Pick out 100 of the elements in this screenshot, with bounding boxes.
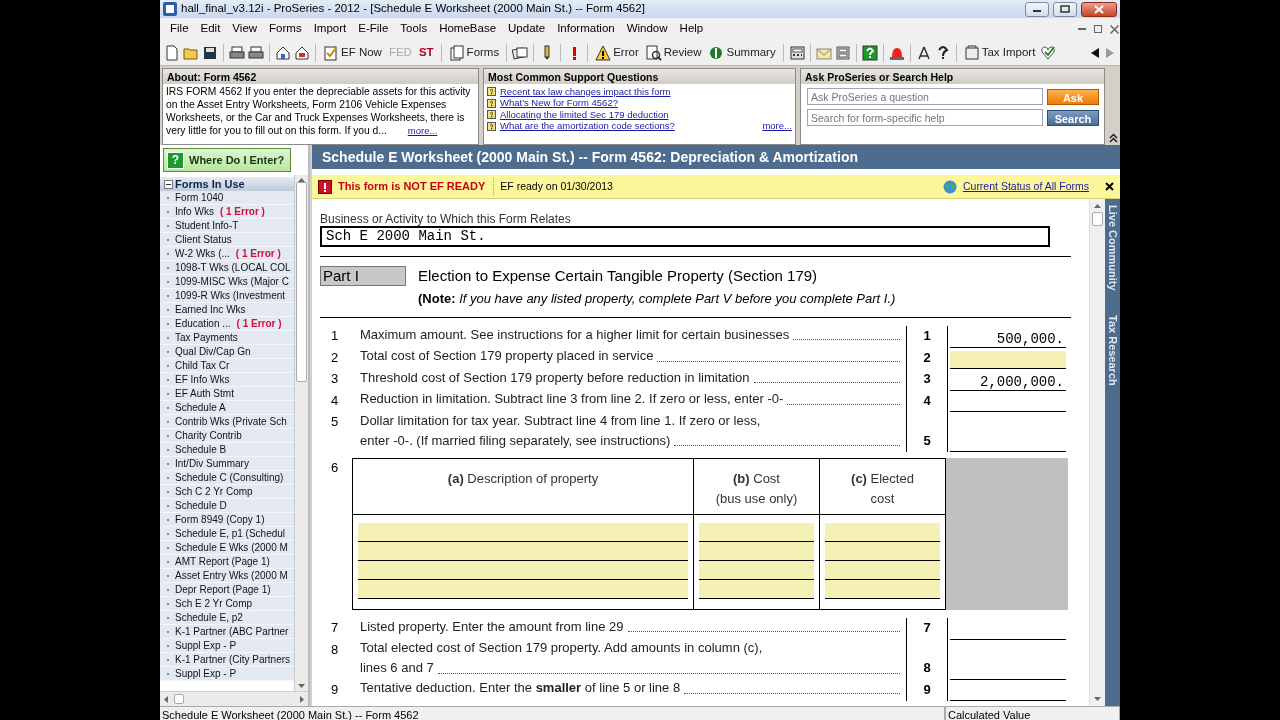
- form-list-item[interactable]: Schedule B: [160, 443, 294, 457]
- help-link[interactable]: Recent tax law changes impact this form: [500, 84, 671, 99]
- form-list-item[interactable]: Client Status: [160, 233, 294, 247]
- form-list-item[interactable]: Schedule E, p2: [160, 611, 294, 625]
- menu-item[interactable]: View: [226, 20, 264, 38]
- status-link[interactable]: Current Status of All Forms: [962, 178, 1089, 195]
- menu-item[interactable]: Window: [620, 20, 674, 38]
- close-icon[interactable]: [1105, 182, 1114, 191]
- form-list-item[interactable]: Sch E 2 Yr Comp: [160, 597, 294, 611]
- scroll-down-icon[interactable]: [298, 684, 305, 689]
- scrollbar[interactable]: [160, 691, 308, 706]
- close-button[interactable]: [1108, 23, 1120, 35]
- input-field[interactable]: [699, 523, 814, 542]
- toolbar-button[interactable]: ST: [416, 41, 436, 64]
- printer-icon[interactable]: [248, 44, 264, 61]
- form-list-item[interactable]: Schedule A: [160, 401, 294, 415]
- scrollbar[interactable]: [1089, 199, 1105, 706]
- more-link[interactable]: more...: [762, 119, 792, 134]
- form-list-item[interactable]: Tax Payments: [160, 331, 294, 345]
- form-list-item[interactable]: EF Auth Stmt: [160, 387, 294, 401]
- help-icon[interactable]: [861, 44, 878, 61]
- form-list-item[interactable]: Schedule E Wks (2000 M: [160, 541, 294, 555]
- cards-icon[interactable]: [512, 44, 529, 61]
- form-list-item[interactable]: Info Wks ( 1 Error ): [160, 205, 294, 219]
- form-list-item[interactable]: 1098-T Wks (LOCAL COL: [160, 261, 294, 275]
- toolbar-button[interactable]: Error: [593, 41, 641, 64]
- input-field[interactable]: [358, 523, 688, 542]
- house-icon[interactable]: [294, 44, 310, 61]
- save-icon[interactable]: [202, 44, 218, 61]
- side-tab[interactable]: Live Community: [1104, 205, 1121, 291]
- restore-button[interactable]: [1092, 23, 1104, 35]
- menu-item[interactable]: Import: [307, 20, 353, 38]
- heart-check-icon[interactable]: [1040, 44, 1057, 61]
- maximize-button[interactable]: [1053, 1, 1077, 17]
- input-field[interactable]: [699, 561, 814, 580]
- menu-item[interactable]: File: [164, 20, 195, 38]
- input-field[interactable]: [358, 561, 688, 580]
- search-button[interactable]: Search: [1047, 109, 1099, 126]
- search-field[interactable]: Search for form-specific help: [807, 109, 1043, 126]
- toolbar-button[interactable]: EF Now: [321, 41, 384, 64]
- toolbar-button[interactable]: Tax Import: [961, 41, 1038, 64]
- form-list-item[interactable]: Earned Inc Wks: [160, 303, 294, 317]
- form-list-item[interactable]: Sch C 2 Yr Comp: [160, 485, 294, 499]
- input-field[interactable]: [358, 580, 688, 599]
- scroll-right-icon[interactable]: [300, 695, 305, 703]
- input-field[interactable]: [825, 523, 940, 542]
- form-list-item[interactable]: AMT Report (Page 1): [160, 555, 294, 569]
- form-list-item[interactable]: Suppl Exp - P: [160, 667, 294, 681]
- menu-item[interactable]: Tools: [394, 20, 434, 38]
- search-field[interactable]: Ask ProSeries a question: [807, 88, 1043, 105]
- scrollbar[interactable]: [294, 175, 308, 691]
- form-list-item[interactable]: Child Tax Cr: [160, 359, 294, 373]
- scroll-thumb[interactable]: [1092, 212, 1103, 226]
- scroll-up-icon[interactable]: [1094, 203, 1101, 208]
- scroll-thumb[interactable]: [174, 694, 184, 704]
- form-list-item[interactable]: Schedule C (Consulting): [160, 471, 294, 485]
- menu-item[interactable]: Update: [502, 20, 552, 38]
- minimize-button[interactable]: [1025, 1, 1049, 17]
- input-field[interactable]: [699, 542, 814, 561]
- input-field[interactable]: [825, 580, 940, 599]
- menu-item[interactable]: E-File: [352, 20, 395, 38]
- form-list-item[interactable]: 1099-R Wks (Investment: [160, 289, 294, 303]
- form-list-item[interactable]: Form 1040: [160, 191, 294, 205]
- form-list-item[interactable]: Schedule E, p1 (Schedul: [160, 527, 294, 541]
- input-field[interactable]: [699, 580, 814, 599]
- collapse-icon[interactable]: [164, 179, 173, 189]
- more-link[interactable]: more...: [407, 125, 438, 136]
- form-list-item[interactable]: Depr Report (Page 1): [160, 583, 294, 597]
- form-list-item[interactable]: Int/Div Summary: [160, 457, 294, 471]
- form-list-item[interactable]: 1099-MISC Wks (Major C: [160, 275, 294, 289]
- form-list-item[interactable]: Schedule D: [160, 499, 294, 513]
- help-link[interactable]: What are the amortization code sections?: [500, 119, 675, 134]
- toolbar-button[interactable]: Forms: [446, 41, 502, 64]
- close-button[interactable]: [1081, 1, 1117, 17]
- scroll-thumb[interactable]: [296, 182, 307, 382]
- input-field[interactable]: [825, 561, 940, 580]
- where-do-i-enter-button[interactable]: ? Where Do I Enter?: [163, 148, 291, 172]
- printer-icon[interactable]: [229, 44, 245, 61]
- menu-item[interactable]: Information: [551, 20, 621, 38]
- calculator-icon[interactable]: [788, 44, 805, 61]
- house-icon[interactable]: [275, 44, 291, 61]
- form-list-item[interactable]: Suppl Exp - P: [160, 639, 294, 653]
- form-list-item[interactable]: Form 8949 (Copy 1): [160, 513, 294, 527]
- side-tab[interactable]: Tax Research: [1104, 314, 1121, 386]
- back-arrow-icon[interactable]: [1089, 46, 1101, 59]
- input-field[interactable]: [950, 351, 1066, 369]
- new-document-icon[interactable]: [164, 44, 180, 61]
- menu-item[interactable]: Help: [673, 20, 710, 38]
- cabinet-icon[interactable]: [834, 44, 851, 61]
- menu-item[interactable]: Edit: [194, 20, 227, 38]
- collapse-icon[interactable]: [1109, 133, 1118, 143]
- scroll-down-icon[interactable]: [1094, 697, 1101, 702]
- form-list-item[interactable]: K-1 Partner (ABC Partner: [160, 625, 294, 639]
- menu-item[interactable]: Forms: [263, 20, 308, 38]
- input-field[interactable]: [825, 542, 940, 561]
- form-list-item[interactable]: Qual Div/Cap Gn: [160, 345, 294, 359]
- form-list-item[interactable]: Charity Contrib: [160, 429, 294, 443]
- form-list-item[interactable]: K-1 Partner (City Partners: [160, 653, 294, 667]
- form-list-item[interactable]: EF Info Wks: [160, 373, 294, 387]
- scroll-left-icon[interactable]: [163, 695, 168, 703]
